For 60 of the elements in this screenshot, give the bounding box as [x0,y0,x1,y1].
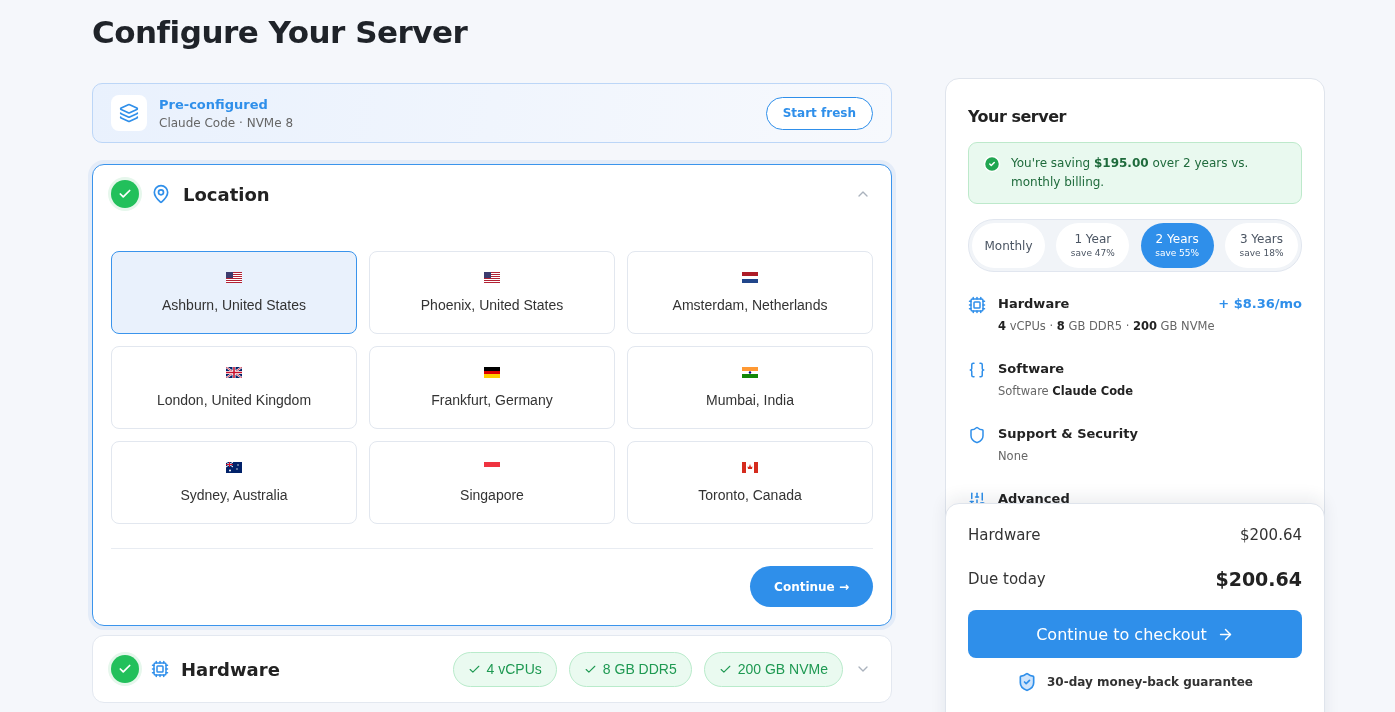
section-title: Hardware [998,296,1070,311]
location-name: Mumbai, India [706,392,794,408]
section-title: Software [998,361,1065,376]
location-name: Ashburn, United States [162,297,306,313]
billing-option[interactable]: 3 Years save 18% [1225,223,1298,268]
step-title[interactable]: Location [183,183,270,205]
chip-icon [151,660,169,678]
billing-option[interactable]: Monthly [972,223,1045,268]
due-value: $200.64 [1215,568,1302,590]
shield-check-icon [1017,672,1037,692]
location-option[interactable]: London, United Kingdom [111,346,357,429]
guarantee-text: 30-day money-back guarantee [1047,675,1253,689]
location-option[interactable]: Ashburn, United States [111,251,357,334]
location-option[interactable]: Singapore [369,441,615,524]
flag-icon [226,367,242,378]
spec-chip: 4 vCPUs [452,651,557,687]
spec-chip: 8 GB DDR5 [568,651,692,687]
location-option[interactable]: Frankfurt, Germany [369,346,615,429]
flag-icon [484,272,500,283]
location-name: Toronto, Canada [698,487,802,503]
section-price: + $8.36/mo [1218,296,1302,311]
location-name: Amsterdam, Netherlands [672,297,828,313]
section-title: Support & Security [998,426,1138,441]
location-option[interactable]: Mumbai, India [627,346,873,429]
savings-text: You're saving $195.00 over 2 years vs. monthly billing. [1011,155,1250,191]
section-title: Advanced [998,491,1070,506]
location-option[interactable]: Phoenix, United States [369,251,615,334]
summary-title: Your server [968,107,1068,126]
layers-icon [111,95,147,131]
location-name: Phoenix, United States [420,297,564,313]
location-name: London, United Kingdom [156,392,312,408]
billing-option[interactable]: 1 Year save 47% [1056,223,1130,268]
preset-subtitle: Claude Code · NVMe 8 [159,115,294,130]
flag-icon [226,462,242,473]
location-name: Sydney, Australia [180,487,288,503]
line-label: Hardware [968,526,1041,544]
shield-icon [968,426,986,444]
map-pin-icon [151,184,171,204]
due-label: Due today [968,570,1046,588]
flag-icon [742,462,758,473]
spec-chip: 200 GB NVMe [703,651,843,687]
location-name: Frankfurt, Germany [431,392,553,408]
section-detail: None [998,449,1029,463]
chip-icon [968,296,986,314]
location-option[interactable]: Sydney, Australia [111,441,357,524]
step-title[interactable]: Hardware [181,658,280,680]
braces-icon [968,361,986,379]
section-detail: 4 vCPUs · 8 GB DDR5 · 200 GB NVMe [998,319,1216,333]
location-option[interactable]: Toronto, Canada [627,441,873,524]
flag-icon [742,367,758,378]
check-circle-icon [983,155,1001,173]
location-option[interactable]: Amsterdam, Netherlands [627,251,873,334]
flag-icon [484,367,500,378]
line-value: $200.64 [1239,526,1302,544]
flag-icon [226,272,242,283]
flag-icon [742,272,758,283]
section-detail: Software Claude Code [998,384,1135,398]
preset-title: Pre-configured [159,96,269,112]
location-name: Singapore [460,487,524,503]
page-title: Configure Your Server [92,13,469,52]
